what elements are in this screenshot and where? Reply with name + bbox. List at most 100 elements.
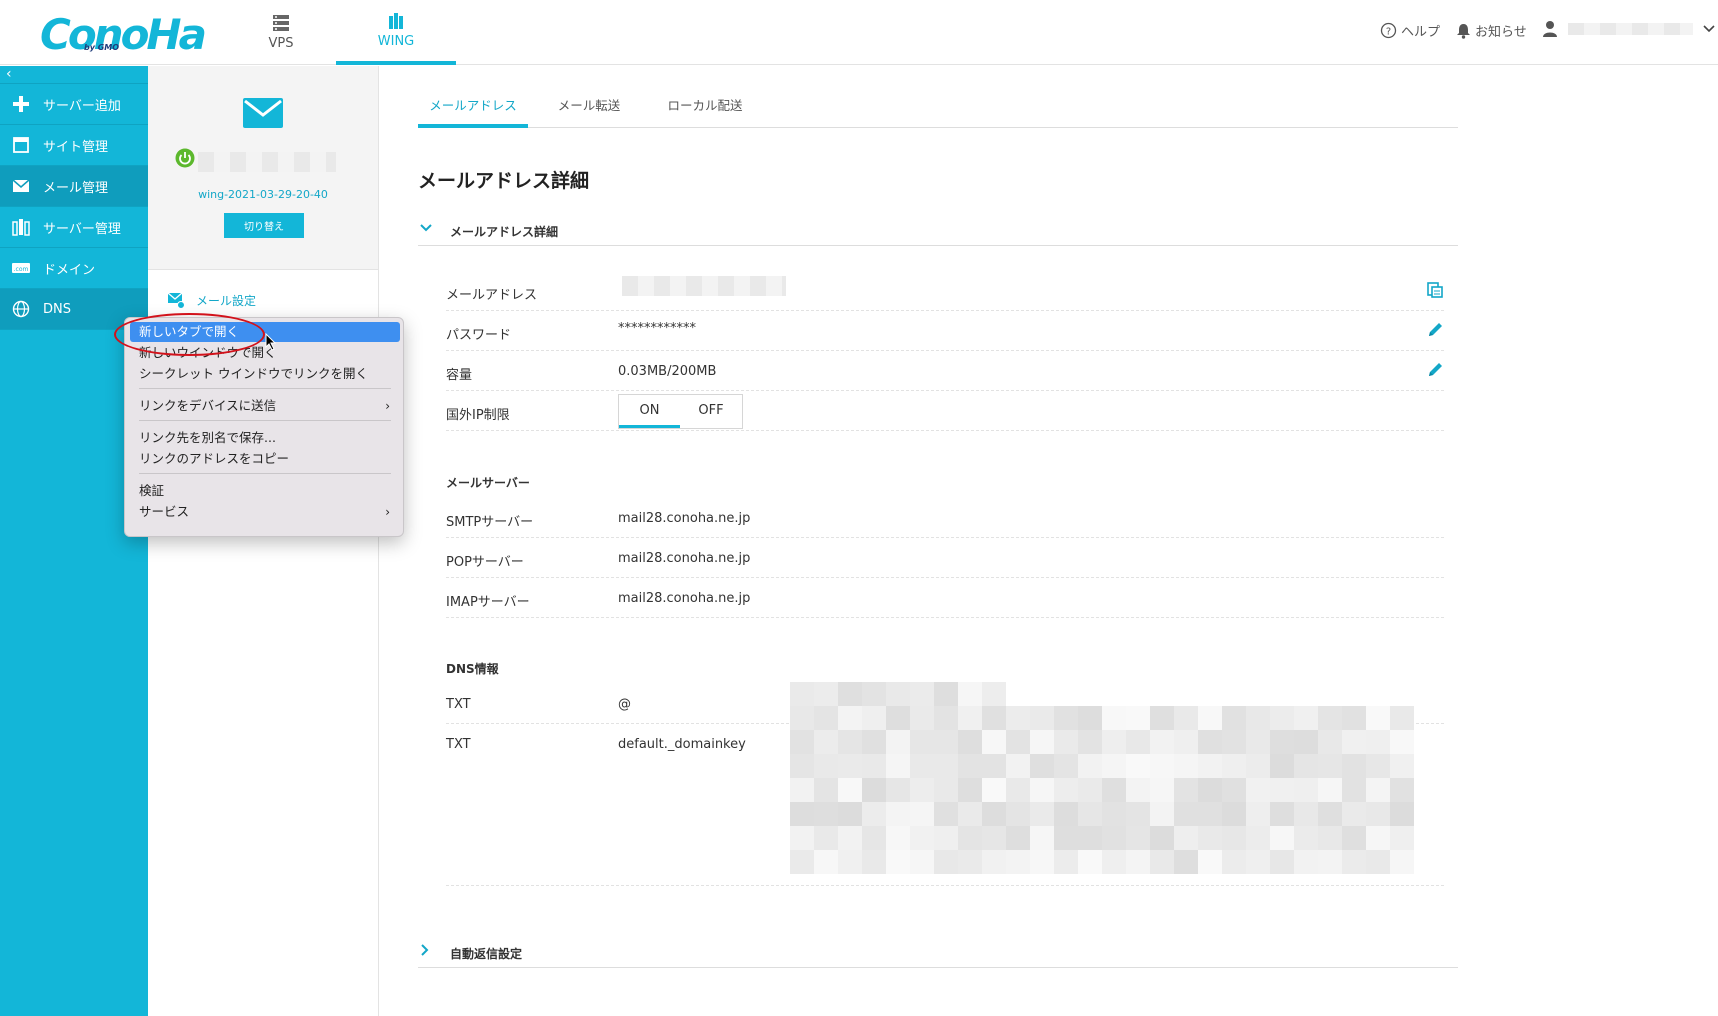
redacted-pixel xyxy=(1342,802,1366,826)
tab-local-delivery[interactable]: ローカル配送 xyxy=(650,88,760,128)
redacted-pixel xyxy=(1342,778,1366,802)
redacted-pixel xyxy=(1246,826,1270,850)
svg-text:.com: .com xyxy=(14,266,29,273)
menu-copy-link-address[interactable]: リンクのアドレスをコピー xyxy=(130,449,400,469)
redacted-pixel xyxy=(1078,754,1102,778)
redacted-pixel xyxy=(1270,850,1294,874)
redacted-pixel xyxy=(1246,706,1270,730)
window-icon xyxy=(10,136,32,154)
menu-separator xyxy=(139,420,391,421)
foreign-ip-toggle[interactable]: ON OFF xyxy=(618,394,743,429)
redacted-pixel xyxy=(934,706,958,730)
redacted-pixel xyxy=(1294,850,1318,874)
tab-mail-forward[interactable]: メール転送 xyxy=(538,88,640,128)
redacted-pixel xyxy=(1222,754,1246,778)
redacted-pixel xyxy=(1294,778,1318,802)
user-menu[interactable] xyxy=(1542,20,1715,37)
conoha-logo[interactable]: ConoHa xyxy=(40,10,207,59)
redacted-pixel xyxy=(886,682,910,706)
sidebar-item-label: ドメイン xyxy=(43,262,96,278)
annotation-circle xyxy=(114,313,265,356)
row-email: メールアドレス xyxy=(446,271,1444,311)
section-header-details[interactable]: メールアドレス詳細 xyxy=(418,222,1458,246)
redacted-pixel xyxy=(862,826,886,850)
chevron-right-icon: › xyxy=(385,505,390,519)
redacted-pixel xyxy=(1222,778,1246,802)
redacted-pixel xyxy=(1102,778,1126,802)
redacted-pixel xyxy=(1102,754,1126,778)
redacted-pixel xyxy=(886,730,910,754)
redacted-pixel xyxy=(814,706,838,730)
redacted-pixel xyxy=(1102,730,1126,754)
sidebar-item-domain[interactable]: .com ドメイン xyxy=(0,248,148,289)
redacted-pixel xyxy=(1270,802,1294,826)
smtp-label: SMTPサーバー xyxy=(446,515,534,530)
dns-type: TXT xyxy=(446,737,471,752)
menu-save-link-as[interactable]: リンク先を別名で保存... xyxy=(130,428,400,448)
edit-password-icon[interactable] xyxy=(1426,321,1444,343)
edit-capacity-icon[interactable] xyxy=(1426,361,1444,383)
sidebar: ‹ サーバー追加 サイト管理 メール管理 サーバー管理 .com ドメイン DN… xyxy=(0,66,148,1016)
redacted-pixel xyxy=(1198,850,1222,874)
mail-settings-link[interactable]: メール設定 xyxy=(168,292,256,309)
tab-email-address[interactable]: メールアドレス xyxy=(418,88,528,128)
section-header-autoreply[interactable]: 自動返信設定 xyxy=(418,944,1458,968)
redacted-pixel xyxy=(958,850,982,874)
menu-inspect[interactable]: 検証 xyxy=(130,481,400,501)
redacted-pixel xyxy=(910,850,934,874)
redacted-pixel xyxy=(934,682,958,706)
tab-vps[interactable]: VPS xyxy=(238,0,324,65)
redacted-pixel xyxy=(1198,706,1222,730)
redacted-pixel xyxy=(1030,778,1054,802)
menu-open-incognito[interactable]: シークレット ウインドウでリンクを開く xyxy=(130,364,400,384)
redacted-pixel xyxy=(1246,802,1270,826)
redacted-pixel xyxy=(790,730,814,754)
redacted-pixel xyxy=(1318,850,1342,874)
redacted-pixel xyxy=(1054,826,1078,850)
redacted-pixel xyxy=(1150,850,1174,874)
tab-wing[interactable]: WING xyxy=(336,0,456,65)
sidebar-item-server[interactable]: サーバー管理 xyxy=(0,207,148,248)
toggle-off-option[interactable]: OFF xyxy=(680,395,742,428)
email-value-redacted xyxy=(622,276,786,296)
mail-settings-icon xyxy=(168,292,185,309)
redacted-pixel xyxy=(1342,826,1366,850)
redacted-pixel xyxy=(982,754,1006,778)
redacted-pixel xyxy=(934,754,958,778)
redacted-pixel xyxy=(982,826,1006,850)
menu-send-to-device[interactable]: リンクをデバイスに送信 › xyxy=(130,396,400,416)
sidebar-item-site[interactable]: サイト管理 xyxy=(0,125,148,166)
menu-separator xyxy=(139,473,391,474)
redacted-pixel xyxy=(1390,706,1414,730)
wing-server-icon xyxy=(389,13,403,29)
notice-link[interactable]: お知らせ xyxy=(1456,21,1527,40)
redacted-pixel xyxy=(1126,730,1150,754)
menu-services[interactable]: サービス › xyxy=(130,502,400,522)
switch-account-button[interactable]: 切り替え xyxy=(224,213,304,238)
redacted-pixel xyxy=(1078,778,1102,802)
sidebar-item-mail[interactable]: メール管理 xyxy=(0,166,148,207)
mail-icon xyxy=(10,179,32,193)
redacted-pixel xyxy=(886,778,910,802)
sidebar-item-add-server[interactable]: サーバー追加 xyxy=(0,84,148,125)
mail-tabs: メールアドレス メール転送 ローカル配送 xyxy=(418,88,1458,128)
redacted-pixel xyxy=(790,850,814,874)
help-link[interactable]: ? ヘルプ xyxy=(1380,21,1440,40)
sidebar-collapse-button[interactable]: ‹ xyxy=(0,66,148,84)
redacted-pixel xyxy=(1174,706,1198,730)
redacted-pixel xyxy=(1342,850,1366,874)
redacted-pixel xyxy=(1102,706,1126,730)
password-value: ************ xyxy=(618,321,696,336)
redacted-pixel xyxy=(790,706,814,730)
copy-icon[interactable] xyxy=(1426,281,1444,303)
toggle-on-option[interactable]: ON xyxy=(619,395,680,428)
domain-icon: .com xyxy=(10,261,32,275)
account-id: wing-2021-03-29-20-40 xyxy=(198,188,328,201)
redacted-pixel xyxy=(1342,754,1366,778)
redacted-pixel xyxy=(934,778,958,802)
dns-value-redacted xyxy=(790,682,1415,874)
redacted-pixel xyxy=(1198,730,1222,754)
redacted-pixel xyxy=(982,730,1006,754)
redacted-pixel xyxy=(862,706,886,730)
redacted-pixel xyxy=(1222,850,1246,874)
